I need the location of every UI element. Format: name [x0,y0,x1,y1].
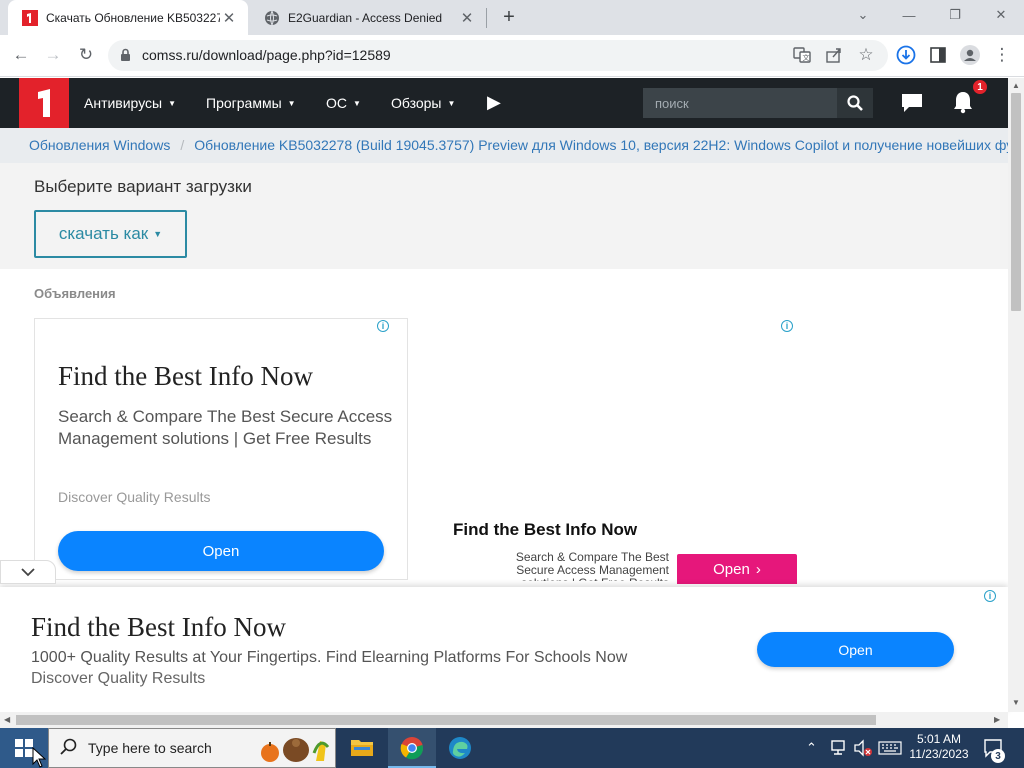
nav-label: Обзоры [391,95,442,111]
download-icon[interactable] [893,42,919,68]
share-icon[interactable] [821,42,847,68]
breadcrumb-separator: / [180,137,185,153]
back-icon[interactable]: ← [8,42,34,68]
ad-source: Discover Quality Results [31,670,206,687]
nav-label: Антивирусы [84,95,163,111]
ad-description: Search & Compare The Best Secure Access … [515,551,669,581]
tab-close-icon[interactable]: ✕ [220,9,238,27]
tray-overflow-chevron-icon[interactable]: ⌃ [806,740,817,756]
nav-more-arrow-icon[interactable]: ▶ [487,92,501,113]
ad-title[interactable]: Find the Best Info Now [31,612,286,643]
forward-icon[interactable]: → [40,42,66,68]
caret-down-icon: ▼ [153,229,163,239]
tab-inactive[interactable]: E2Guardian - Access Denied ✕ [250,0,486,35]
search-icon [60,738,78,761]
file-explorer-icon[interactable] [338,728,386,768]
chevron-right-icon: › [755,560,761,578]
network-icon[interactable] [830,739,850,762]
caret-down-icon: ▼ [168,98,177,108]
collapse-ad-button[interactable] [0,560,56,584]
tab-active[interactable]: Скачать Обновление KB503227 ✕ [8,0,248,35]
lock-icon[interactable] [120,48,131,67]
clock-date: 11/23/2023 [909,747,969,761]
translate-icon[interactable]: 文 [789,42,815,68]
scroll-left-arrow-icon[interactable]: ◀ [4,715,10,724]
notification-badge: 1 [971,78,989,96]
svg-text:文: 文 [803,53,810,62]
chrome-icon[interactable] [388,728,436,768]
mouse-cursor-icon [32,746,47,768]
scroll-up-arrow-icon[interactable]: ▲ [1012,81,1020,90]
breadcrumb-item[interactable]: Обновление KB5032278 (Build 19045.3757) … [194,137,1008,153]
nav-antivirus[interactable]: Антивирусы ▼ [84,78,176,128]
breadcrumb: Обновления Windows / Обновление KB5032278 … [29,137,1008,153]
action-center-badge: 3 [991,749,1005,763]
ad-info-icon[interactable]: i [781,320,793,332]
nav-os[interactable]: ОС ▼ [326,78,361,128]
comss-favicon-icon [22,9,38,26]
ad-title[interactable]: Find the Best Info Now [58,361,313,392]
site-logo[interactable] [19,78,69,128]
caret-down-icon: ▼ [287,98,296,108]
vertical-scroll-thumb[interactable] [1011,93,1021,311]
tab-title: Скачать Обновление KB503227 [46,10,220,25]
tab-search-chevron-icon[interactable]: ⌄ [840,0,886,30]
tab-close-icon[interactable]: ✕ [458,9,476,27]
bell-icon[interactable] [952,90,974,119]
search-icon [847,95,863,111]
volume-muted-icon[interactable] [853,739,873,762]
thanksgiving-icon[interactable] [258,733,334,768]
ads-section-label: Объявления [34,286,116,301]
ad-title[interactable]: Find the Best Info Now [453,520,637,540]
ad-info-icon[interactable]: i [377,320,389,332]
download-as-button[interactable]: скачать как ▼ [34,210,187,258]
reload-icon[interactable]: ↻ [73,42,99,68]
ad-open-button[interactable]: Open [757,632,954,667]
tab-separator [486,8,487,28]
menu-kebab-icon[interactable]: ⋮ [989,42,1015,68]
search-placeholder: поиск [655,96,689,111]
globe-icon [264,10,280,26]
ad-description: Search & Compare The Best Secure Access … [58,407,393,448]
chevron-down-icon [21,567,35,576]
profile-avatar-icon[interactable] [957,42,983,68]
side-panel-icon[interactable] [925,42,951,68]
scroll-down-arrow-icon[interactable]: ▼ [1012,698,1020,707]
nav-reviews[interactable]: Обзоры ▼ [391,78,455,128]
breadcrumb-item[interactable]: Обновления Windows [29,137,170,153]
windows-logo-icon [15,739,33,757]
ad-open-button[interactable]: Open [58,531,384,571]
clock-time: 5:01 AM [916,732,962,746]
caret-down-icon: ▼ [353,98,361,108]
ad-info-icon[interactable]: i [984,590,996,602]
new-tab-button[interactable]: + [497,5,521,29]
restore-icon[interactable]: ❐ [932,0,978,30]
search-button[interactable] [837,88,873,118]
ad-source: Discover Quality Results [58,489,211,505]
minimize-icon[interactable]: — [886,0,932,30]
scroll-right-arrow-icon[interactable]: ▶ [994,715,1000,724]
ad-description: 1000+ Quality Results at Your Fingertips… [31,649,628,666]
nav-programs[interactable]: Программы ▼ [206,78,296,128]
taskbar-search-placeholder: Type here to search [88,740,212,756]
tab-title: E2Guardian - Access Denied [288,10,443,25]
url-text[interactable]: comss.ru/download/page.php?id=12589 [142,47,391,63]
keyboard-icon[interactable] [878,741,902,760]
chat-icon[interactable] [900,92,924,119]
edge-icon[interactable] [436,728,484,768]
ad-open-button[interactable]: Open › [677,554,797,584]
horizontal-scroll-thumb[interactable] [16,715,876,725]
nav-label: Программы [206,95,282,111]
caret-down-icon: ▼ [447,98,456,108]
nav-label: ОС [326,95,347,111]
taskbar-clock[interactable]: 5:01 AM 11/23/2023 [905,732,973,762]
download-as-label: скачать как [58,224,149,243]
close-window-icon[interactable]: ✕ [978,0,1024,30]
ad-open-label: Open [713,560,750,578]
download-heading: Выберите вариант загрузки [34,177,252,196]
bookmark-star-icon[interactable]: ☆ [853,42,879,68]
